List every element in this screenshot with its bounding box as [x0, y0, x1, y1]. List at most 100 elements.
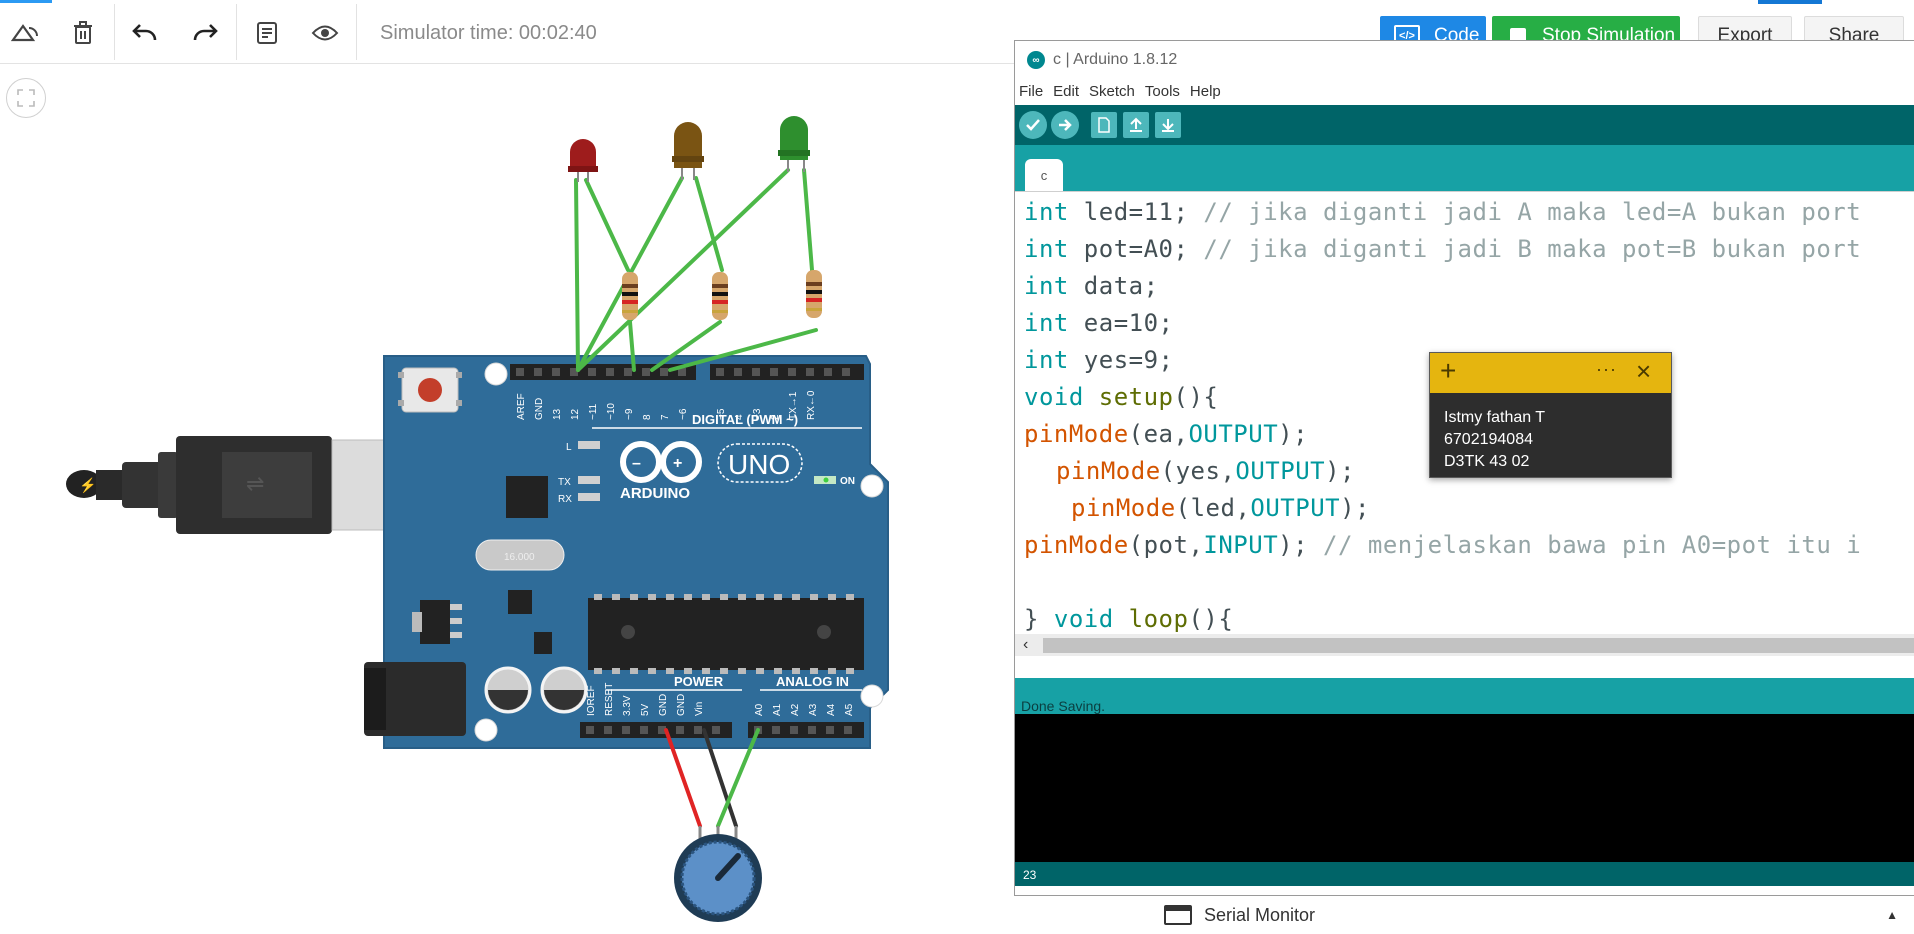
svg-text:⇌: ⇌: [246, 471, 264, 496]
led-yellow[interactable]: [672, 122, 704, 180]
ide-console: [1015, 714, 1914, 862]
menu-edit[interactable]: Edit: [1053, 83, 1079, 100]
pin-label: ~9: [624, 408, 635, 420]
upload-icon[interactable]: [1051, 111, 1079, 139]
sketch-tab[interactable]: c: [1025, 159, 1063, 191]
delete-icon[interactable]: [64, 14, 102, 52]
svg-text:+: +: [673, 455, 682, 472]
note-line: D3TK 43 02: [1444, 453, 1530, 470]
led-red[interactable]: [568, 139, 598, 182]
simulator-time: Simulator time: 00:02:40: [380, 22, 597, 44]
pin-label: A0: [754, 703, 765, 716]
mount-hole: [474, 718, 498, 742]
add-note-icon[interactable]: +: [1440, 357, 1456, 385]
save-icon[interactable]: [1155, 112, 1181, 138]
wire-gnd-green-led[interactable]: [576, 168, 790, 372]
ide-status-bar: Done Saving.: [1015, 678, 1914, 714]
rx-led-label: RX: [558, 494, 572, 505]
tx-led-label: TX: [558, 477, 571, 488]
pin-label: A3: [808, 703, 819, 716]
svg-text:–: –: [632, 455, 641, 472]
resistor-1[interactable]: [622, 272, 638, 320]
status-message: Done Saving.: [1021, 698, 1106, 714]
crystal-label: 16.000: [504, 552, 535, 563]
wire-green-led-resistor[interactable]: [802, 168, 814, 272]
pin-label: Vin: [694, 702, 705, 716]
circuit-canvas[interactable]: ⚡ ⇌ AREF GND 13 12 ~11 ~10 ~9 8 7 ~6 ~5 …: [0, 0, 1014, 934]
analog-label: ANALOG IN: [776, 674, 849, 689]
top-strip: [0, 0, 52, 3]
arduino-uno-board[interactable]: AREF GND 13 12 ~11 ~10 ~9 8 7 ~6 ~5 4 ~3 2 TX→1 RX←0 DI…: [364, 355, 889, 749]
code-line: pinMode(pot,INPUT); // menjelaskan bawa …: [1024, 531, 1862, 559]
pin-label: 13: [552, 408, 563, 420]
svg-text:⚡: ⚡: [79, 477, 96, 494]
code-line: int yes=9;: [1024, 346, 1174, 374]
new-icon[interactable]: [1091, 112, 1117, 138]
menu-file[interactable]: File: [1019, 83, 1043, 100]
digital-pins-label: DIGITAL (PWM ~): [692, 412, 798, 427]
toolbar-separator: [114, 4, 115, 60]
note-header: + ··· ×: [1430, 353, 1671, 393]
menu-sketch[interactable]: Sketch: [1089, 83, 1135, 100]
visibility-icon[interactable]: [306, 14, 344, 52]
code-line: void setup(){: [1024, 383, 1219, 411]
toolbar-separator: [236, 4, 237, 60]
open-icon[interactable]: [1123, 112, 1149, 138]
ide-toolbar: [1015, 105, 1914, 145]
active-tab-indicator: [1758, 0, 1822, 4]
fit-view-icon[interactable]: [6, 78, 46, 118]
arduino-logo-icon: ∞: [1027, 51, 1045, 69]
horizontal-scrollbar[interactable]: ‹: [1015, 634, 1914, 656]
note-line: 6702194084: [1444, 431, 1533, 448]
toolbar-separator: [356, 4, 357, 60]
note-line: Istmy fathan T: [1444, 409, 1546, 426]
ide-menubar: File Edit Sketch Tools Help: [1015, 79, 1914, 103]
resistor-2[interactable]: [712, 272, 728, 320]
notes-icon[interactable]: [248, 14, 286, 52]
redo-icon[interactable]: [186, 14, 224, 52]
serial-monitor-bar[interactable]: Serial Monitor ▲: [1150, 896, 1914, 934]
expand-icon[interactable]: ▲: [1886, 908, 1898, 922]
close-icon[interactable]: ×: [1636, 357, 1651, 385]
more-icon[interactable]: ···: [1596, 359, 1617, 380]
led-green[interactable]: [778, 116, 810, 172]
resistor-3[interactable]: [806, 270, 822, 318]
code-line: pinMode(ea,OUTPUT);: [1024, 420, 1309, 448]
note-body[interactable]: Istmy fathan T 6702194084 D3TK 43 02: [1430, 393, 1671, 473]
pin-label: GND: [676, 694, 687, 716]
ide-titlebar: ∞ c | Arduino 1.8.12: [1015, 41, 1914, 79]
ide-line-bar: 23: [1015, 862, 1914, 886]
code-line: int data;: [1024, 272, 1159, 300]
scroll-left-icon[interactable]: ‹: [1023, 636, 1028, 654]
pin-label: IOREF: [586, 685, 597, 716]
pin-label: 12: [570, 408, 581, 420]
code-line: int ea=10;: [1024, 309, 1174, 337]
undo-icon[interactable]: [126, 14, 164, 52]
scrollbar-thumb[interactable]: [1043, 638, 1914, 653]
rotate-icon[interactable]: [6, 14, 44, 52]
pin-label: AREF: [516, 393, 527, 420]
mount-hole: [860, 684, 884, 708]
pin-label: 5V: [640, 703, 651, 716]
sticky-note[interactable]: + ··· × Istmy fathan T 6702194084 D3TK 4…: [1429, 352, 1672, 478]
on-label: ON: [840, 476, 855, 487]
line-number: 23: [1023, 868, 1037, 882]
verify-icon[interactable]: [1019, 111, 1047, 139]
pin-label: 7: [660, 414, 671, 420]
model-label: UNO: [728, 449, 790, 480]
wire-red-led-resistor[interactable]: [584, 178, 630, 272]
ide-tab-bar: c: [1015, 145, 1914, 191]
usb-chip: [506, 476, 548, 518]
serial-monitor-label: Serial Monitor: [1204, 904, 1316, 925]
wire-gnd-red-led[interactable]: [574, 178, 580, 372]
pin-label: ~6: [678, 408, 689, 420]
mount-hole: [860, 474, 884, 498]
potentiometer[interactable]: [674, 826, 762, 922]
pin-label: A2: [790, 703, 801, 716]
pin-label: GND: [658, 694, 669, 716]
menu-tools[interactable]: Tools: [1145, 83, 1180, 100]
menu-help[interactable]: Help: [1190, 83, 1221, 100]
pin-label: RESET: [604, 683, 615, 716]
pin-label: A4: [826, 703, 837, 716]
brand-label: ARDUINO: [620, 485, 690, 502]
